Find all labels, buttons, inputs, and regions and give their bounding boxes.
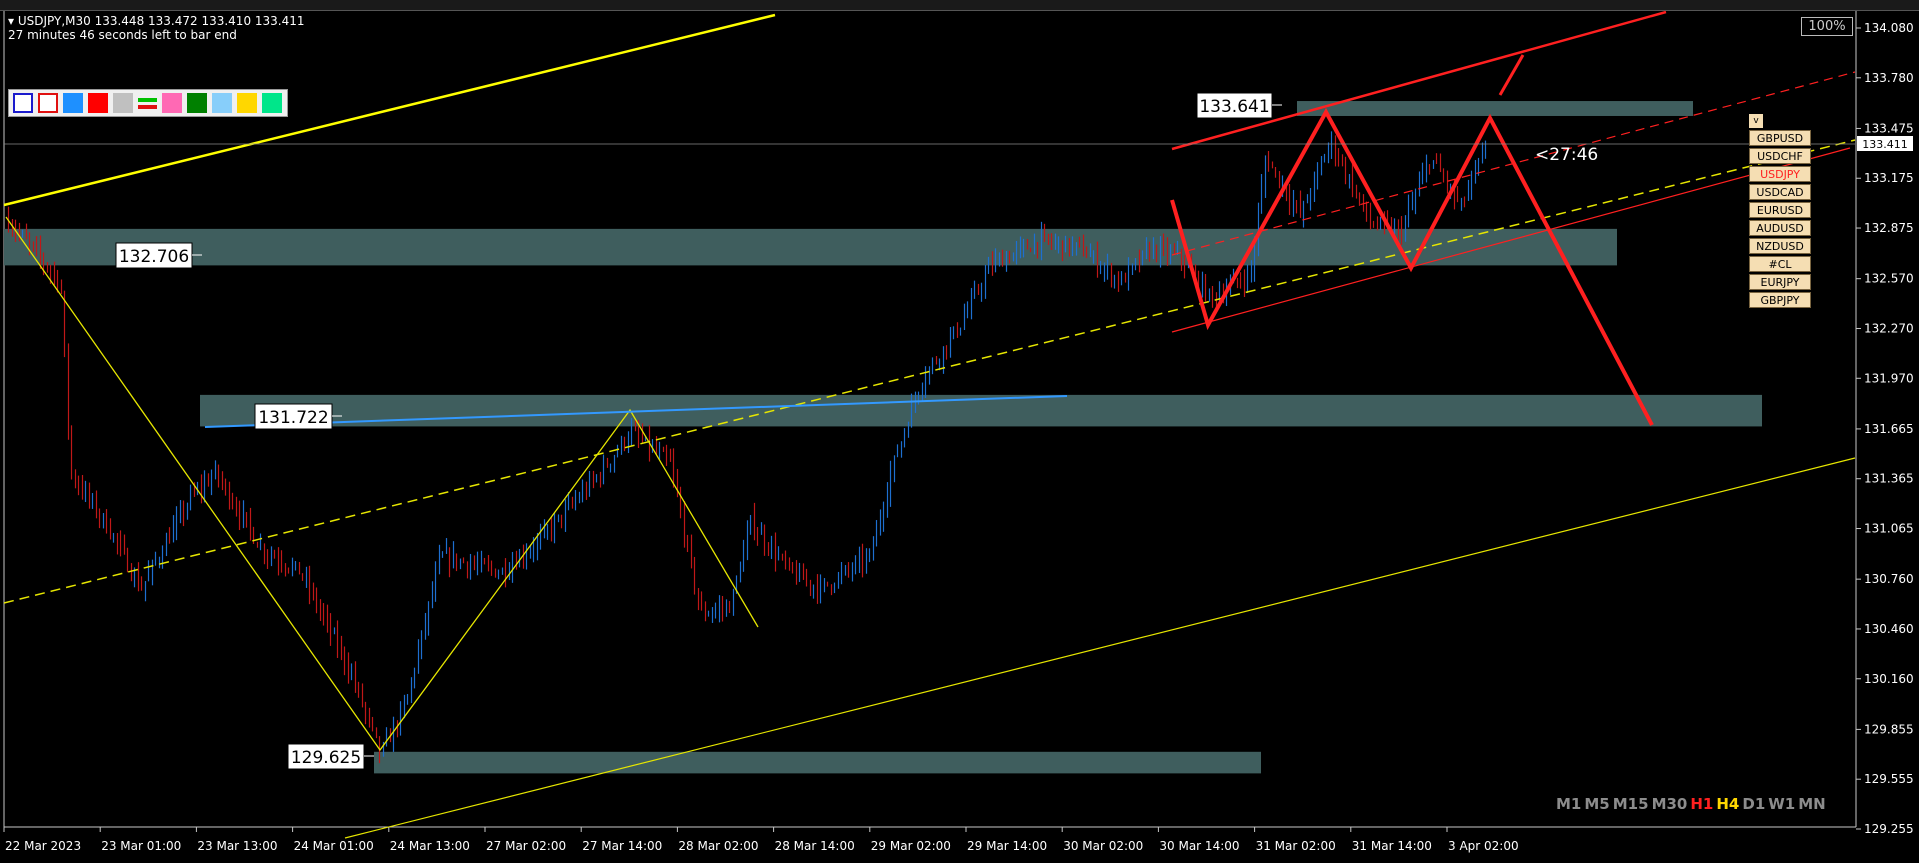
symbol-switcher[interactable]: v GBPUSD USDCHF USDJPY USDCAD EURUSD AUDUSD NZ… (1749, 114, 1813, 310)
palette-swatch[interactable] (187, 93, 208, 113)
price-chart[interactable]: 133.641 132.706 131.722 129.625 <27:46 1… (0, 11, 1919, 863)
x-tick-label: 23 Mar 13:00 (197, 839, 277, 853)
sr-zone (1297, 101, 1693, 116)
x-tick-label: 27 Mar 14:00 (582, 839, 662, 853)
timeframe-mn[interactable]: MN (1798, 795, 1825, 813)
y-tick-label: 131.065 (1864, 522, 1914, 536)
x-tick-label: 3 Apr 02:00 (1448, 839, 1519, 853)
color-palette[interactable] (8, 89, 288, 117)
timeframe-m30[interactable]: M30 (1652, 795, 1688, 813)
x-tick-label: 31 Mar 02:00 (1256, 839, 1336, 853)
x-tick-label: 23 Mar 01:00 (101, 839, 181, 853)
x-tick-label: 28 Mar 14:00 (775, 839, 855, 853)
zoom-level[interactable]: 100% (1801, 17, 1853, 36)
x-tick-label: 24 Mar 01:00 (294, 839, 374, 853)
symbol-button-audusd[interactable]: AUDUSD (1749, 220, 1811, 236)
y-tick-label: 132.570 (1864, 272, 1914, 286)
x-tick-label: 29 Mar 14:00 (967, 839, 1047, 853)
x-tick-label: 27 Mar 02:00 (486, 839, 566, 853)
y-tick-label: 133.475 (1864, 121, 1914, 135)
palette-swatch[interactable] (262, 93, 282, 113)
y-tick-label: 131.665 (1864, 422, 1914, 436)
symbol-button-eurjpy[interactable]: EURJPY (1749, 274, 1811, 290)
symbol-button-eurusd[interactable]: EURUSD (1749, 202, 1811, 218)
palette-swatch[interactable] (37, 93, 58, 113)
palette-swatch[interactable] (137, 93, 158, 113)
label-zone2: 131.722 (258, 408, 328, 428)
x-tick-label: 28 Mar 02:00 (678, 839, 758, 853)
y-tick-label: 131.970 (1864, 371, 1914, 385)
timeframe-h4[interactable]: H4 (1716, 795, 1739, 813)
timeframe-w1[interactable]: W1 (1768, 795, 1795, 813)
y-tick-label: 130.160 (1864, 672, 1914, 686)
current-price-label: 133.411 (1862, 138, 1908, 151)
x-tick-label: 30 Mar 02:00 (1063, 839, 1143, 853)
timeframe-m5[interactable]: M5 (1584, 795, 1609, 813)
palette-swatch[interactable] (237, 93, 258, 113)
y-tick-label: 129.855 (1864, 722, 1914, 736)
symbol-button-usdjpy[interactable]: USDJPY (1749, 166, 1811, 182)
symbol-line: USDJPY,M30 133.448 133.472 133.410 133.4… (17, 14, 305, 28)
palette-swatch[interactable] (87, 93, 108, 113)
timeframe-m15[interactable]: M15 (1613, 795, 1649, 813)
symbol-button-nzdusd[interactable]: NZDUSD (1749, 238, 1811, 254)
label-zone1: 132.706 (119, 247, 189, 267)
palette-swatch[interactable] (212, 93, 233, 113)
palette-swatch[interactable] (162, 93, 183, 113)
y-tick-label: 133.780 (1864, 71, 1914, 85)
bar-countdown-text: 27 minutes 46 seconds left to bar end (8, 28, 237, 42)
symbol-header: ▾ USDJPY,M30 133.448 133.472 133.410 133… (8, 14, 305, 28)
y-tick-label: 133.175 (1864, 171, 1914, 185)
palette-swatch[interactable] (62, 93, 83, 113)
x-tick-label: 29 Mar 02:00 (871, 839, 951, 853)
symbol-button-usdcad[interactable]: USDCAD (1749, 184, 1811, 200)
symbol-button-cl[interactable]: #CL (1749, 256, 1811, 272)
timeframe-h1[interactable]: H1 (1690, 795, 1713, 813)
collapse-arrow-icon[interactable]: ▾ (8, 14, 18, 28)
y-tick-label: 129.255 (1864, 822, 1914, 836)
palette-swatch[interactable] (112, 93, 133, 113)
sr-zone (374, 751, 1261, 774)
symbol-button-usdchf[interactable]: USDCHF (1749, 148, 1811, 164)
symbol-button-gbpusd[interactable]: GBPUSD (1749, 130, 1811, 146)
y-tick-label: 132.270 (1864, 321, 1914, 335)
toolbar-strip (0, 0, 1919, 11)
y-tick-label: 130.760 (1864, 572, 1914, 586)
label-high: 133.641 (1199, 97, 1269, 117)
y-tick-label: 131.365 (1864, 472, 1914, 486)
symbol-list-toggle[interactable]: v (1749, 114, 1763, 128)
timeframe-selector[interactable]: M1 M5 M15 M30 H1 H4 D1 W1 MN (1556, 795, 1829, 813)
x-tick-label: 31 Mar 14:00 (1352, 839, 1432, 853)
x-tick-label: 22 Mar 2023 (5, 839, 81, 853)
timeframe-d1[interactable]: D1 (1742, 795, 1765, 813)
symbol-button-gbpjpy[interactable]: GBPJPY (1749, 292, 1811, 308)
countdown-label: <27:46 (1535, 145, 1598, 165)
x-tick-label: 24 Mar 13:00 (390, 839, 470, 853)
label-low: 129.625 (291, 748, 361, 768)
y-tick-label: 132.875 (1864, 221, 1914, 235)
y-tick-label: 134.080 (1864, 21, 1914, 35)
y-tick-label: 130.460 (1864, 622, 1914, 636)
palette-swatch[interactable] (13, 93, 33, 113)
timeframe-m1[interactable]: M1 (1556, 795, 1581, 813)
y-tick-label: 129.555 (1864, 772, 1914, 786)
chart-background (0, 11, 1919, 863)
x-tick-label: 30 Mar 14:00 (1159, 839, 1239, 853)
